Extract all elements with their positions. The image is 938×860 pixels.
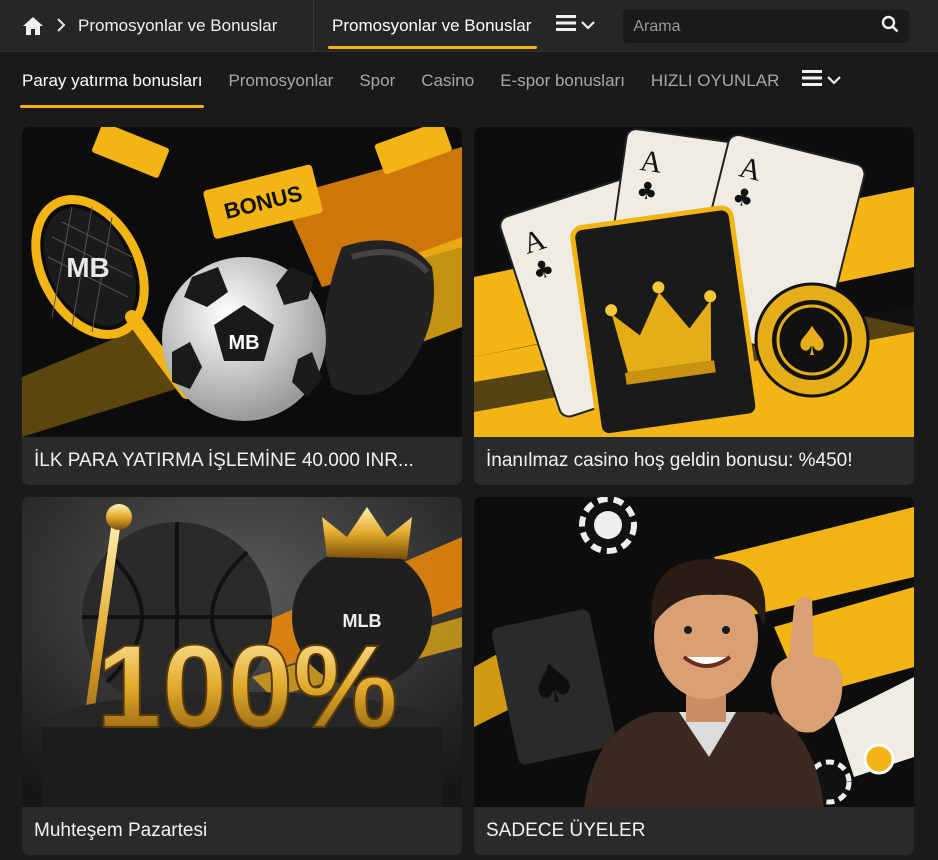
promo-image-sports-bonus: BONUS MB MB <box>22 127 462 437</box>
breadcrumb: Promosyonlar ve Bonuslar <box>0 0 314 51</box>
subtab-esports-bonuses[interactable]: E-spor bonusları <box>500 52 625 109</box>
promo-card-title: İnanılmaz casino hoş geldin bonusu: %450… <box>486 450 853 471</box>
subtab-label: Casino <box>421 70 475 90</box>
tab-promotions[interactable]: Promosyonlar ve Bonuslar <box>314 0 538 51</box>
subtab-deposit-bonuses[interactable]: Paray yatırma bonusları <box>20 52 205 109</box>
svg-text:♠: ♠ <box>794 319 830 365</box>
active-tab-indicator <box>328 46 538 49</box>
subtab-promotions[interactable]: Promosyonlar <box>228 52 333 109</box>
promo-image-100-percent: MLB 100% <box>22 497 462 807</box>
subtab-label: E-spor bonusları <box>500 70 625 90</box>
chevron-right-icon <box>56 17 66 35</box>
subtab-sport[interactable]: Spor <box>359 52 395 109</box>
search-icon[interactable] <box>881 15 899 38</box>
subnav-menu-toggle[interactable] <box>801 68 842 93</box>
top-bar: Promosyonlar ve Bonuslar Promosyonlar ve… <box>0 0 938 52</box>
top-menu-toggle[interactable] <box>537 0 613 51</box>
promotion-grid: BONUS MB MB İLK PARA YATIRMA İŞLEMİNE 40… <box>22 127 914 855</box>
svg-text:MB: MB <box>66 252 110 283</box>
breadcrumb-label[interactable]: Promosyonlar ve Bonuslar <box>78 16 277 36</box>
home-icon[interactable] <box>22 16 44 36</box>
promo-card-title: SADECE ÜYELER <box>486 820 646 841</box>
promo-card[interactable]: ♠ SADECE ÜYELER <box>474 497 914 855</box>
subtab-label: Promosyonlar <box>228 70 334 90</box>
promo-card[interactable]: MLB 100% Muhteşem Pazartesi <box>22 497 462 855</box>
chevron-down-icon <box>581 17 596 35</box>
subtab-casino[interactable]: Casino <box>421 52 474 109</box>
promo-image-casino-cards: A ♣ A ♣ A ♣ ♠ <box>474 127 914 437</box>
tab-label: Promosyonlar ve Bonuslar <box>332 15 532 35</box>
subtab-label: HIZLI OYUNLAR <box>650 70 780 90</box>
promo-big-text: 100% <box>96 621 398 753</box>
promo-image-members-only: ♠ <box>474 497 914 807</box>
menu-icon <box>801 68 823 93</box>
search-box <box>623 10 910 43</box>
subtab-label: Paray yatırma bonusları <box>22 70 203 90</box>
active-subtab-indicator <box>20 105 205 108</box>
menu-icon <box>555 13 577 38</box>
promo-card-title: Muhteşem Pazartesi <box>34 820 208 841</box>
subtab-label: Spor <box>359 70 396 90</box>
search-input[interactable] <box>633 17 882 36</box>
category-nav: Paray yatırma bonusları Promosyonlar Spo… <box>0 52 938 109</box>
promo-card[interactable]: BONUS MB MB İLK PARA YATIRMA İŞLEMİNE 40… <box>22 127 462 485</box>
brand-logo-text: MB <box>228 332 259 354</box>
subtab-fast-games[interactable]: HIZLI OYUNLAR <box>651 52 779 109</box>
chevron-down-icon <box>827 72 842 90</box>
promo-card-title: İLK PARA YATIRMA İŞLEMİNE 40.000 INR... <box>34 450 414 471</box>
svg-text:♣: ♣ <box>634 176 659 207</box>
promo-card[interactable]: A ♣ A ♣ A ♣ ♠ İnanılmaz casino hoş geldi… <box>474 127 914 485</box>
